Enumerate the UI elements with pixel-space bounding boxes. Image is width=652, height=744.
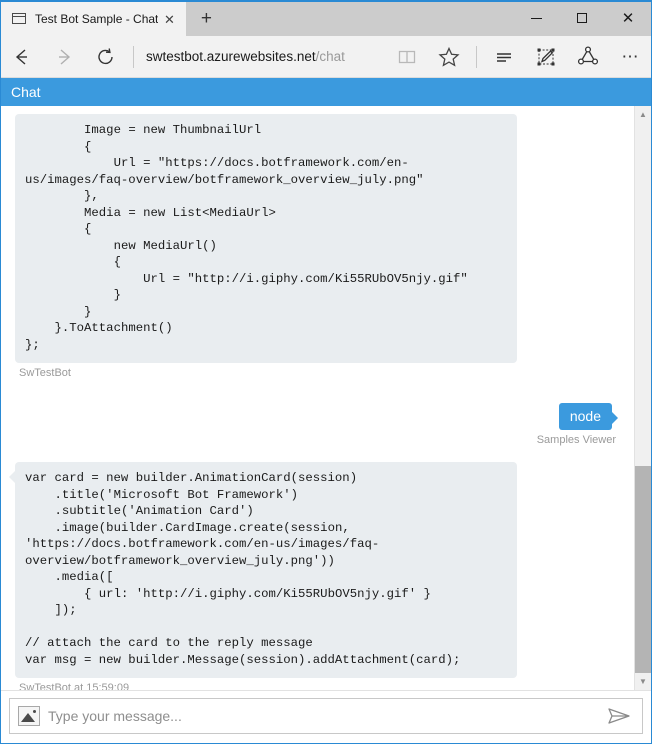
message-meta: SwTestBot: [19, 367, 71, 379]
reading-view-icon[interactable]: [386, 36, 428, 78]
message-meta: SwTestBot at 15:59:09: [19, 682, 130, 690]
refresh-icon[interactable]: [85, 36, 127, 78]
code-bubble: Image = new ThumbnailUrl { Url = "https:…: [15, 114, 517, 363]
web-note-icon[interactable]: [525, 36, 567, 78]
scroll-up-icon[interactable]: ▲: [635, 106, 651, 123]
tab-title: Test Bot Sample - Chat: [35, 12, 159, 26]
message-list: Image = new ThumbnailUrl { Url = "https:…: [1, 106, 634, 690]
message-input[interactable]: [48, 701, 602, 731]
browser-tab[interactable]: Test Bot Sample - Chat ✕: [1, 2, 187, 36]
nav-divider-2: [476, 45, 477, 68]
window-controls: ✕: [513, 0, 651, 36]
hub-icon[interactable]: [483, 36, 525, 78]
code-text: var card = new builder.AnimationCard(ses…: [25, 471, 461, 667]
minimize-button[interactable]: [513, 2, 559, 34]
url-host: swtestbot.azurewebsites.net: [146, 49, 316, 64]
chat-body: Image = new ThumbnailUrl { Url = "https:…: [1, 106, 651, 690]
favorites-star-icon[interactable]: [428, 36, 470, 78]
close-icon: ✕: [621, 8, 635, 27]
maximize-button[interactable]: [559, 2, 605, 34]
tab-strip: Test Bot Sample - Chat ✕ + ✕: [1, 0, 651, 36]
composer-input-row: [9, 698, 643, 734]
navigation-bar: swtestbot.azurewebsites.net/chat ⋯: [1, 36, 651, 78]
address-bar[interactable]: swtestbot.azurewebsites.net/chat: [140, 49, 386, 64]
send-button[interactable]: [602, 701, 636, 731]
more-options-icon[interactable]: ⋯: [609, 36, 651, 78]
nav-divider: [133, 45, 134, 68]
address-bar-actions: ⋯: [386, 36, 651, 78]
window-icon: [11, 11, 27, 27]
upload-image-icon[interactable]: [18, 706, 40, 726]
chat-scrollbar[interactable]: ▲ ▼: [634, 106, 651, 690]
close-window-button[interactable]: ✕: [605, 2, 651, 34]
message-bot-code-2: var card = new builder.AnimationCard(ses…: [1, 446, 634, 690]
url-path: /chat: [315, 49, 345, 64]
message-bot-code-1: Image = new ThumbnailUrl { Url = "https:…: [1, 106, 634, 379]
message-user-1: node Samples Viewer: [1, 397, 634, 446]
web-page: Chat Image = new ThumbnailUrl { Url = "h…: [1, 78, 651, 743]
close-tab-icon[interactable]: ✕: [158, 8, 180, 30]
back-icon[interactable]: [1, 36, 43, 78]
chat-header-title: Chat: [11, 84, 41, 100]
message-meta: Samples Viewer: [536, 434, 616, 446]
user-message-bubble: node: [558, 403, 619, 430]
scroll-down-icon[interactable]: ▼: [635, 673, 651, 690]
browser-window: Test Bot Sample - Chat ✕ + ✕ swtestbot.a…: [0, 0, 652, 744]
chat-header: Chat: [1, 78, 651, 106]
send-icon: [608, 708, 630, 724]
message-composer: [1, 690, 651, 743]
forward-icon[interactable]: [43, 36, 85, 78]
new-tab-button[interactable]: +: [186, 2, 226, 36]
code-text: Image = new ThumbnailUrl { Url = "https:…: [25, 123, 468, 352]
scrollbar-thumb[interactable]: [635, 466, 651, 673]
code-bubble: var card = new builder.AnimationCard(ses…: [9, 462, 517, 678]
share-icon[interactable]: [567, 36, 609, 78]
